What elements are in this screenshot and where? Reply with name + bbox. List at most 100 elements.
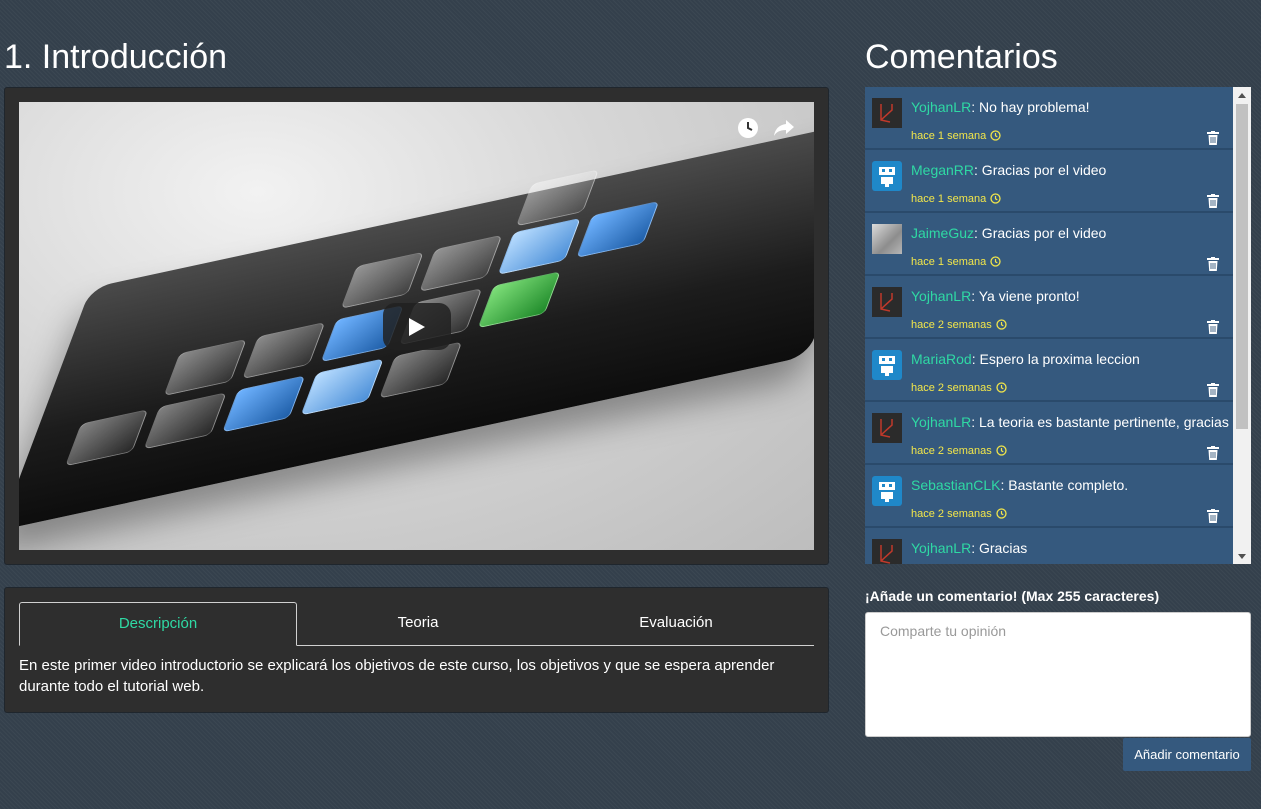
- comment-text: MariaRod: Espero la proxima leccion: [911, 351, 1140, 367]
- tile-icon: [378, 341, 463, 399]
- comment-input[interactable]: [865, 612, 1251, 737]
- tile-icon: [576, 200, 660, 259]
- tile-icon: [163, 338, 247, 397]
- clock-icon: [996, 445, 1007, 456]
- comment-time-label: hace 1 semana: [911, 193, 987, 205]
- comment-item: YojhanLR: No hay problema! hace 1 semana: [865, 87, 1233, 150]
- clock-icon: [990, 256, 1001, 267]
- comment-time: hace 2 semanas: [911, 445, 1007, 457]
- comment-text: JaimeGuz: Gracias por el video: [911, 225, 1106, 241]
- scroll-up-arrow-icon[interactable]: [1233, 87, 1251, 103]
- comment-time-label: hace 2 semanas: [911, 382, 992, 394]
- description-text: En este primer video introductorio se ex…: [19, 657, 775, 695]
- comments-title: Comentarios: [865, 38, 1058, 76]
- comment-body: : Bastante completo.: [1000, 477, 1129, 493]
- tile-icon: [419, 234, 503, 292]
- comment-username[interactable]: MariaRod: [911, 351, 972, 367]
- trash-icon[interactable]: [1207, 257, 1219, 276]
- clock-icon: [990, 130, 1001, 141]
- tile-icon: [143, 392, 227, 450]
- comment-username[interactable]: MeganRR: [911, 162, 974, 178]
- comment-item: SebastianCLK: Bastante completo. hace 2 …: [865, 465, 1233, 528]
- avatar: [872, 98, 902, 128]
- comment-body: : La teoria es bastante pertinente, grac…: [971, 414, 1229, 430]
- tile-icon: [300, 358, 384, 416]
- comment-item: YojhanLR: La teoria es bastante pertinen…: [865, 402, 1233, 465]
- tile-icon: [242, 321, 326, 380]
- comment-time: hace 1 semana: [911, 193, 1001, 205]
- comment-time-label: hace 1 semana: [911, 256, 987, 268]
- video-panel: [4, 87, 829, 565]
- comment-item: JaimeGuz: Gracias por el video hace 1 se…: [865, 213, 1233, 276]
- comment-body: : Gracias por el video: [974, 225, 1107, 241]
- comment-body: : No hay problema!: [971, 99, 1090, 115]
- comment-text: SebastianCLK: Bastante completo.: [911, 477, 1128, 493]
- comment-time: hace 1 semana: [911, 256, 1001, 268]
- comment-username[interactable]: JaimeGuz: [911, 225, 974, 241]
- trash-icon[interactable]: [1207, 509, 1219, 528]
- video-player[interactable]: [19, 102, 814, 550]
- tile-icon: [340, 251, 424, 309]
- avatar: [872, 413, 902, 443]
- play-icon: [409, 317, 425, 336]
- comment-body: : Espero la proxima leccion: [971, 351, 1140, 367]
- comment-username[interactable]: YojhanLR: [911, 288, 971, 304]
- comment-time-label: hace 2 semanas: [911, 508, 992, 520]
- clock-icon: [990, 193, 1001, 204]
- comments-scrollbar[interactable]: [1233, 87, 1251, 564]
- add-comment-button[interactable]: Añadir comentario: [1123, 738, 1251, 771]
- comment-text: YojhanLR: No hay problema!: [911, 99, 1090, 115]
- comment-item: YojhanLR: Ya viene pronto! hace 2 semana…: [865, 276, 1233, 339]
- clock-icon: [996, 319, 1007, 330]
- comment-time-label: hace 2 semanas: [911, 319, 992, 331]
- play-button[interactable]: [383, 303, 451, 350]
- avatar: [872, 539, 902, 564]
- avatar: [872, 161, 902, 191]
- tile-icon: [497, 217, 581, 275]
- comments-list-container[interactable]: YojhanLR: No hay problema! hace 1 semana…: [865, 87, 1251, 564]
- add-comment-label: ¡Añade un comentario! (Max 255 caractere…: [865, 588, 1160, 604]
- avatar: [872, 287, 902, 317]
- clock-icon: [996, 508, 1007, 519]
- scroll-down-arrow-icon[interactable]: [1233, 548, 1251, 564]
- scrollbar-thumb[interactable]: [1236, 104, 1248, 429]
- trash-icon[interactable]: [1207, 383, 1219, 402]
- tab-evaluacion[interactable]: Evaluación: [539, 602, 813, 644]
- tab-bar: Descripción Teoria Evaluación: [19, 602, 814, 646]
- comment-time: hace 2 semanas: [911, 508, 1007, 520]
- lesson-tabs-panel: Descripción Teoria Evaluación En este pr…: [4, 587, 829, 713]
- comment-username[interactable]: YojhanLR: [911, 540, 971, 556]
- comment-time: hace 1 semana: [911, 130, 1001, 142]
- comment-time: hace 2 semanas: [911, 319, 1007, 331]
- comment-text: YojhanLR: Gracias: [911, 540, 1027, 556]
- tab-descripcion[interactable]: Descripción: [19, 602, 297, 646]
- avatar: [872, 476, 902, 506]
- comment-username[interactable]: YojhanLR: [911, 414, 971, 430]
- tile-icon: [515, 169, 600, 227]
- clock-icon: [996, 382, 1007, 393]
- trash-icon[interactable]: [1207, 194, 1219, 213]
- trash-icon[interactable]: [1207, 446, 1219, 465]
- comment-time: hace 2 semanas: [911, 382, 1007, 394]
- comment-item: MariaRod: Espero la proxima leccion hace…: [865, 339, 1233, 402]
- tab-teoria[interactable]: Teoria: [297, 602, 539, 644]
- share-arrow-icon[interactable]: [772, 116, 796, 140]
- tile-icon: [477, 271, 561, 329]
- tile-icon: [64, 409, 149, 467]
- comment-body: : Ya viene pronto!: [971, 288, 1080, 304]
- clock-icon[interactable]: [736, 116, 760, 140]
- lesson-title: 1. Introducción: [4, 38, 228, 76]
- comment-username[interactable]: YojhanLR: [911, 99, 971, 115]
- trash-icon[interactable]: [1207, 320, 1219, 339]
- avatar: [872, 350, 902, 380]
- comment-body: : Gracias por el video: [974, 162, 1107, 178]
- trash-icon[interactable]: [1207, 131, 1219, 150]
- tile-icon: [221, 375, 306, 433]
- comment-text: MeganRR: Gracias por el video: [911, 162, 1106, 178]
- comment-time-label: hace 2 semanas: [911, 445, 992, 457]
- comment-body: : Gracias: [971, 540, 1028, 556]
- avatar: [872, 224, 902, 254]
- comment-time-label: hace 1 semana: [911, 130, 987, 142]
- comment-item: YojhanLR: Gracias: [865, 528, 1233, 564]
- comment-username[interactable]: SebastianCLK: [911, 477, 1001, 493]
